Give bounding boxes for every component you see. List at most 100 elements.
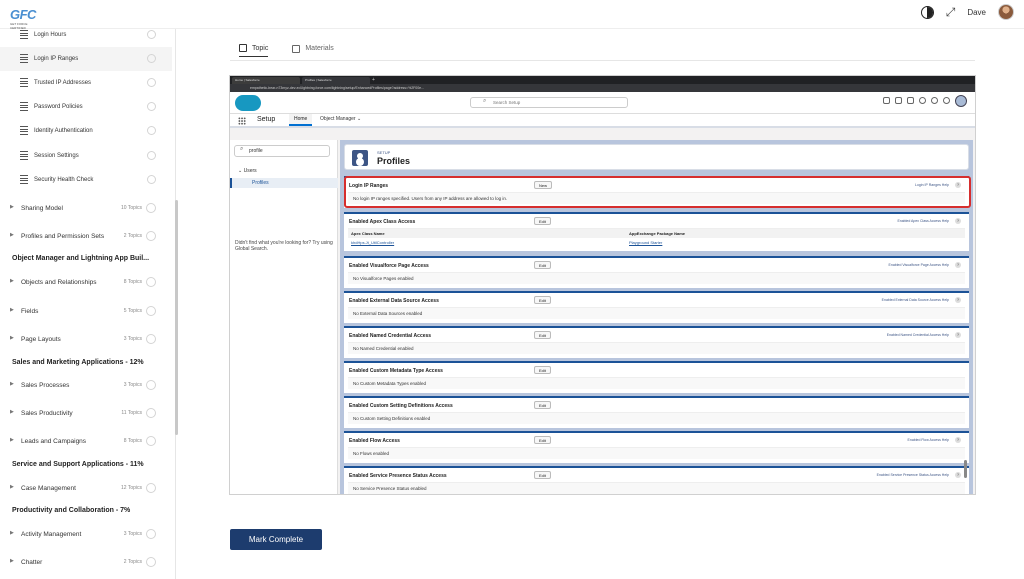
completion-circle-icon <box>147 175 156 184</box>
edit-button: Edit <box>534 331 551 339</box>
sidebar-topic[interactable]: ▶ Leads and Campaigns 8 Topics <box>0 429 172 453</box>
help-link: Enabled Named Credential Access Help <box>886 333 949 337</box>
top-bar: GFC GET FORCE CERTIFIED ⤢ Dave <box>0 0 1024 30</box>
help-link: Enabled Flow Access Help <box>907 438 949 442</box>
mark-complete-button[interactable]: Mark Complete <box>230 529 322 550</box>
sidebar-subitem[interactable]: Session Settings <box>0 144 172 168</box>
tab-label: Topic <box>252 44 269 52</box>
profile-user-icon <box>352 150 368 166</box>
grid-icon <box>292 44 301 53</box>
subitem-label: Trusted IP Addresses <box>34 80 92 86</box>
profiles-title-card: SETUP Profiles <box>344 144 969 170</box>
tab-materials[interactable]: Materials <box>292 44 334 57</box>
completion-circle-icon <box>146 557 156 567</box>
document-icon <box>20 102 28 111</box>
edit-button: Edit <box>534 436 551 444</box>
sidebar-topic[interactable]: ▶ Page Layouts 3 Topics <box>0 327 172 351</box>
section-service-presence-access: Enabled Service Presence Status Access Ed… <box>344 466 969 494</box>
edit-button: Edit <box>534 296 551 304</box>
section-heading: Sales and Marketing Applications - 12% <box>12 359 144 366</box>
chevron-right-icon: ▶ <box>10 307 14 313</box>
section-header: Enabled Apex Class Access Edit Enabled Ape… <box>344 214 969 228</box>
chevron-right-icon: ▶ <box>10 335 14 341</box>
section-named-credential-access: Enabled Named Credential Access Edit Enabl… <box>344 326 969 358</box>
section-external-data-source-access: Enabled External Data Source Access Edit E… <box>344 291 969 323</box>
tab-topic[interactable]: Topic <box>239 44 269 57</box>
section-title: Enabled Named Credential Access <box>349 333 432 339</box>
section-heading: Service and Support Applications - 11% <box>12 461 144 468</box>
chevron-right-icon: ▶ <box>10 409 14 415</box>
logo[interactable]: GFC GET FORCE CERTIFIED <box>10 6 42 30</box>
section-header: Enabled External Data Source Access Edit E… <box>344 293 969 307</box>
sidebar-topic[interactable]: ▶ Sales Processes 3 Topics <box>0 373 172 397</box>
sidebar-topic[interactable]: ▶ Chatter 2 Topics <box>0 550 172 574</box>
sidebar-topic[interactable]: ▶ Profiles and Permission Sets 2 Topics <box>0 224 172 248</box>
help-link: Enabled External Data Source Access Help <box>881 298 949 302</box>
section-visualforce-access: Enabled Visualforce Page Access Edit Enabl… <box>344 256 969 288</box>
edit-button: Edit <box>534 401 551 409</box>
completion-circle-icon <box>147 78 156 87</box>
tab-label: Materials <box>305 45 334 52</box>
sidebar-topic[interactable]: ▶ Fields 5 Topics <box>0 299 172 323</box>
sidebar-topic[interactable]: ▶ Activity Management 3 Topics <box>0 522 172 546</box>
setup-nav: Setup Home Object Manager ⌄ <box>230 114 975 128</box>
section-heading: Productivity and Collaboration - 7% <box>12 507 131 514</box>
section-body: No login IP ranges specified. Users from… <box>348 192 965 204</box>
table-header: Apex Class Name AppExchange Package Name <box>348 229 965 238</box>
topic-label: Objects and Relationships <box>21 278 97 286</box>
setup-search: Search Setup <box>470 97 628 108</box>
sidebar-subitem[interactable]: Identity Authentication <box>0 119 172 143</box>
new-button: New <box>534 181 553 189</box>
page: GFC GET FORCE CERTIFIED ⤢ Dave Login Hou… <box>0 0 1024 579</box>
expand-icon[interactable]: ⤢ <box>946 5 956 20</box>
section-body: No Named Credential enabled <box>348 342 965 354</box>
topic-count: 8 Topics <box>123 438 142 444</box>
help-icon: ? <box>955 297 961 303</box>
completion-circle-icon <box>147 30 156 39</box>
salesforce-cloud-icon <box>235 95 261 111</box>
sidebar-subitem[interactable]: Password Policies <box>0 95 172 119</box>
section-body: No External Data Sources enabled <box>348 307 965 319</box>
sidebar-subitem[interactable]: Security Health Check <box>0 168 172 192</box>
help-icon <box>919 97 926 104</box>
avatar[interactable] <box>998 4 1014 20</box>
section-body: No Custom Setting Definitions enabled <box>348 412 965 424</box>
bell-icon <box>943 97 950 104</box>
section-title: Enabled Flow Access <box>349 438 400 444</box>
topic-count: 12 Topics <box>120 485 142 491</box>
topic-count: 2 Topics <box>123 233 142 239</box>
sidebar-scrollbar[interactable] <box>175 200 178 435</box>
sidebar-subitem-active[interactable]: Login IP Ranges <box>0 47 172 71</box>
subitem-label: Identity Authentication <box>34 128 93 134</box>
sidebar-topic[interactable]: ▶ Sharing Model 10 Topics <box>0 196 172 220</box>
topic-label: Profiles and Permission Sets <box>21 232 105 240</box>
section-header: Enabled Flow Access Edit Enabled Flow Acce… <box>344 433 969 447</box>
subitem-label: Security Health Check <box>34 177 94 183</box>
content-scrollbar <box>964 460 967 478</box>
sidebar-topic[interactable]: ▶ Objects and Relationships 8 Topics <box>0 270 172 294</box>
topic-label: Sharing Model <box>21 204 63 212</box>
completion-circle-icon <box>147 102 156 111</box>
header-icons <box>883 95 967 107</box>
sidebar-topic[interactable]: ▶ Sales Productivity 11 Topics <box>0 401 172 425</box>
theme-toggle-icon[interactable] <box>920 5 934 19</box>
user-name[interactable]: Dave <box>967 8 986 17</box>
topic-label: Leads and Campaigns <box>21 437 87 445</box>
section-flow-access: Enabled Flow Access Edit Enabled Flow Acce… <box>344 431 969 463</box>
sidebar-topic[interactable]: ▶ Case Management 12 Topics <box>0 476 172 500</box>
star-icon <box>883 97 890 104</box>
quick-find: profile <box>234 145 330 157</box>
apex-class-link: khdHps.Jt_UtilController <box>351 240 395 245</box>
section-title: Enabled Service Presence Status Access <box>349 473 447 479</box>
topic-label: Activity Management <box>21 530 82 538</box>
tabs-divider <box>230 60 975 61</box>
setup-label: Setup <box>257 116 276 123</box>
sidebar-subitem[interactable]: Trusted IP Addresses <box>0 71 172 95</box>
completion-circle-icon <box>146 529 156 539</box>
subitem-label: Login Hours <box>34 32 67 38</box>
sidebar-subitem[interactable]: Login Hours <box>0 29 172 47</box>
subitem-label: Password Policies <box>34 104 83 110</box>
topic-label: Chatter <box>21 558 43 566</box>
section-custom-metadata-access: Enabled Custom Metadata Type Access Edit … <box>344 361 969 393</box>
table-row: khdHps.Jt_UtilController Playground Start… <box>348 238 965 247</box>
